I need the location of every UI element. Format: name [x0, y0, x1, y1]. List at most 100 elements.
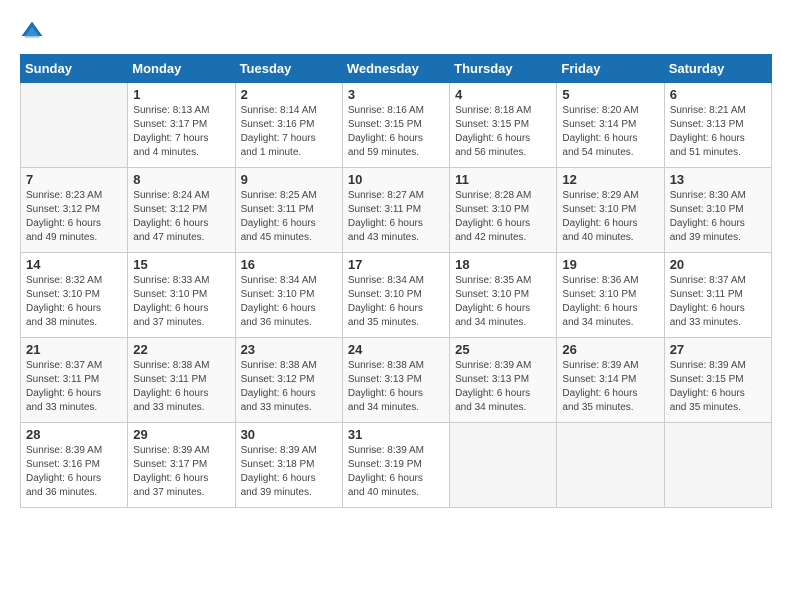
calendar-cell: 19 Sunrise: 8:36 AMSunset: 3:10 PMDayligh… — [557, 253, 664, 338]
day-number: 20 — [670, 257, 766, 272]
day-number: 5 — [562, 87, 658, 102]
day-number: 12 — [562, 172, 658, 187]
calendar-cell: 23 Sunrise: 8:38 AMSunset: 3:12 PMDayligh… — [235, 338, 342, 423]
calendar-cell — [557, 423, 664, 508]
day-number: 16 — [241, 257, 337, 272]
day-info: Sunrise: 8:38 AMSunset: 3:13 PMDaylight:… — [348, 359, 444, 415]
day-info: Sunrise: 8:39 AMSunset: 3:19 PMDaylight:… — [348, 444, 444, 500]
day-info: Sunrise: 8:38 AMSunset: 3:11 PMDaylight:… — [133, 359, 229, 415]
calendar-cell — [21, 83, 128, 168]
day-info: Sunrise: 8:34 AMSunset: 3:10 PMDaylight:… — [241, 274, 337, 330]
calendar-cell: 30Sunrise: 8:39 AMSunset: 3:18 PMDayligh… — [235, 423, 342, 508]
day-number: 29 — [133, 427, 229, 442]
day-number: 8 — [133, 172, 229, 187]
day-number: 31 — [348, 427, 444, 442]
day-info: Sunrise: 8:28 AMSunset: 3:10 PMDaylight:… — [455, 189, 551, 245]
weekday-header-wednesday: Wednesday — [342, 55, 449, 83]
logo — [20, 20, 48, 44]
day-number: 10 — [348, 172, 444, 187]
day-number: 9 — [241, 172, 337, 187]
calendar-cell: 26Sunrise: 8:39 AMSunset: 3:14 PMDayligh… — [557, 338, 664, 423]
calendar-cell: 15 Sunrise: 8:33 AMSunset: 3:10 PMDayligh… — [128, 253, 235, 338]
calendar-week-row: 28 Sunrise: 8:39 AMSunset: 3:16 PMDayligh… — [21, 423, 772, 508]
day-number: 19 — [562, 257, 658, 272]
day-info: Sunrise: 8:13 AMSunset: 3:17 PMDaylight:… — [133, 104, 229, 160]
day-info: Sunrise: 8:25 AMSunset: 3:11 PMDaylight:… — [241, 189, 337, 245]
calendar-header-row: SundayMondayTuesdayWednesdayThursdayFrid… — [21, 55, 772, 83]
day-info: Sunrise: 8:36 AMSunset: 3:10 PMDaylight:… — [562, 274, 658, 330]
day-number: 27 — [670, 342, 766, 357]
calendar-cell: 3 Sunrise: 8:16 AMSunset: 3:15 PMDaylight… — [342, 83, 449, 168]
calendar-cell: 31 Sunrise: 8:39 AMSunset: 3:19 PMDayligh… — [342, 423, 449, 508]
day-number: 28 — [26, 427, 122, 442]
calendar-cell: 28 Sunrise: 8:39 AMSunset: 3:16 PMDayligh… — [21, 423, 128, 508]
weekday-header-sunday: Sunday — [21, 55, 128, 83]
calendar-cell: 14 Sunrise: 8:32 AMSunset: 3:10 PMDayligh… — [21, 253, 128, 338]
day-number: 6 — [670, 87, 766, 102]
calendar-cell: 18Sunrise: 8:35 AMSunset: 3:10 PMDayligh… — [450, 253, 557, 338]
calendar-cell: 17 Sunrise: 8:34 AMSunset: 3:10 PMDayligh… — [342, 253, 449, 338]
weekday-header-thursday: Thursday — [450, 55, 557, 83]
calendar-cell: 24 Sunrise: 8:38 AMSunset: 3:13 PMDayligh… — [342, 338, 449, 423]
calendar-cell — [450, 423, 557, 508]
day-info: Sunrise: 8:39 AMSunset: 3:16 PMDaylight:… — [26, 444, 122, 500]
day-info: Sunrise: 8:39 AMSunset: 3:13 PMDaylight:… — [455, 359, 551, 415]
calendar-table: SundayMondayTuesdayWednesdayThursdayFrid… — [20, 54, 772, 508]
calendar-cell: 21 Sunrise: 8:37 AMSunset: 3:11 PMDayligh… — [21, 338, 128, 423]
day-number: 26 — [562, 342, 658, 357]
calendar-cell: 16 Sunrise: 8:34 AMSunset: 3:10 PMDayligh… — [235, 253, 342, 338]
calendar-cell: 27 Sunrise: 8:39 AMSunset: 3:15 PMDayligh… — [664, 338, 771, 423]
day-info: Sunrise: 8:21 AMSunset: 3:13 PMDaylight:… — [670, 104, 766, 160]
weekday-header-tuesday: Tuesday — [235, 55, 342, 83]
day-number: 14 — [26, 257, 122, 272]
day-info: Sunrise: 8:37 AMSunset: 3:11 PMDaylight:… — [26, 359, 122, 415]
day-number: 13 — [670, 172, 766, 187]
calendar-week-row: 21 Sunrise: 8:37 AMSunset: 3:11 PMDayligh… — [21, 338, 772, 423]
calendar-cell: 13 Sunrise: 8:30 AMSunset: 3:10 PMDayligh… — [664, 168, 771, 253]
calendar-cell — [664, 423, 771, 508]
calendar-week-row: 7 Sunrise: 8:23 AMSunset: 3:12 PMDaylight… — [21, 168, 772, 253]
day-info: Sunrise: 8:35 AMSunset: 3:10 PMDaylight:… — [455, 274, 551, 330]
day-info: Sunrise: 8:39 AMSunset: 3:18 PMDaylight:… — [241, 444, 337, 500]
day-number: 25 — [455, 342, 551, 357]
calendar-cell: 22 Sunrise: 8:38 AMSunset: 3:11 PMDayligh… — [128, 338, 235, 423]
calendar-cell: 12Sunrise: 8:29 AMSunset: 3:10 PMDayligh… — [557, 168, 664, 253]
day-number: 23 — [241, 342, 337, 357]
calendar-cell: 29 Sunrise: 8:39 AMSunset: 3:17 PMDayligh… — [128, 423, 235, 508]
calendar-cell: 5 Sunrise: 8:20 AMSunset: 3:14 PMDaylight… — [557, 83, 664, 168]
calendar-cell: 7 Sunrise: 8:23 AMSunset: 3:12 PMDaylight… — [21, 168, 128, 253]
calendar-week-row: 14 Sunrise: 8:32 AMSunset: 3:10 PMDayligh… — [21, 253, 772, 338]
day-number: 4 — [455, 87, 551, 102]
logo-icon — [20, 20, 44, 44]
day-info: Sunrise: 8:20 AMSunset: 3:14 PMDaylight:… — [562, 104, 658, 160]
day-info: Sunrise: 8:30 AMSunset: 3:10 PMDaylight:… — [670, 189, 766, 245]
calendar-cell: 10 Sunrise: 8:27 AMSunset: 3:11 PMDayligh… — [342, 168, 449, 253]
day-info: Sunrise: 8:39 AMSunset: 3:17 PMDaylight:… — [133, 444, 229, 500]
calendar-cell: 1 Sunrise: 8:13 AMSunset: 3:17 PMDaylight… — [128, 83, 235, 168]
day-number: 22 — [133, 342, 229, 357]
calendar-cell: 20Sunrise: 8:37 AMSunset: 3:11 PMDayligh… — [664, 253, 771, 338]
day-number: 24 — [348, 342, 444, 357]
calendar-week-row: 1 Sunrise: 8:13 AMSunset: 3:17 PMDaylight… — [21, 83, 772, 168]
day-number: 1 — [133, 87, 229, 102]
day-number: 21 — [26, 342, 122, 357]
day-info: Sunrise: 8:39 AMSunset: 3:15 PMDaylight:… — [670, 359, 766, 415]
day-info: Sunrise: 8:34 AMSunset: 3:10 PMDaylight:… — [348, 274, 444, 330]
day-info: Sunrise: 8:33 AMSunset: 3:10 PMDaylight:… — [133, 274, 229, 330]
day-number: 2 — [241, 87, 337, 102]
day-info: Sunrise: 8:27 AMSunset: 3:11 PMDaylight:… — [348, 189, 444, 245]
weekday-header-friday: Friday — [557, 55, 664, 83]
day-info: Sunrise: 8:23 AMSunset: 3:12 PMDaylight:… — [26, 189, 122, 245]
day-info: Sunrise: 8:32 AMSunset: 3:10 PMDaylight:… — [26, 274, 122, 330]
day-info: Sunrise: 8:16 AMSunset: 3:15 PMDaylight:… — [348, 104, 444, 160]
calendar-cell: 8Sunrise: 8:24 AMSunset: 3:12 PMDaylight… — [128, 168, 235, 253]
day-number: 17 — [348, 257, 444, 272]
calendar-cell: 9 Sunrise: 8:25 AMSunset: 3:11 PMDaylight… — [235, 168, 342, 253]
calendar-cell: 2Sunrise: 8:14 AMSunset: 3:16 PMDaylight… — [235, 83, 342, 168]
day-number: 15 — [133, 257, 229, 272]
calendar-cell: 11Sunrise: 8:28 AMSunset: 3:10 PMDayligh… — [450, 168, 557, 253]
day-info: Sunrise: 8:38 AMSunset: 3:12 PMDaylight:… — [241, 359, 337, 415]
day-number: 3 — [348, 87, 444, 102]
day-number: 7 — [26, 172, 122, 187]
weekday-header-saturday: Saturday — [664, 55, 771, 83]
